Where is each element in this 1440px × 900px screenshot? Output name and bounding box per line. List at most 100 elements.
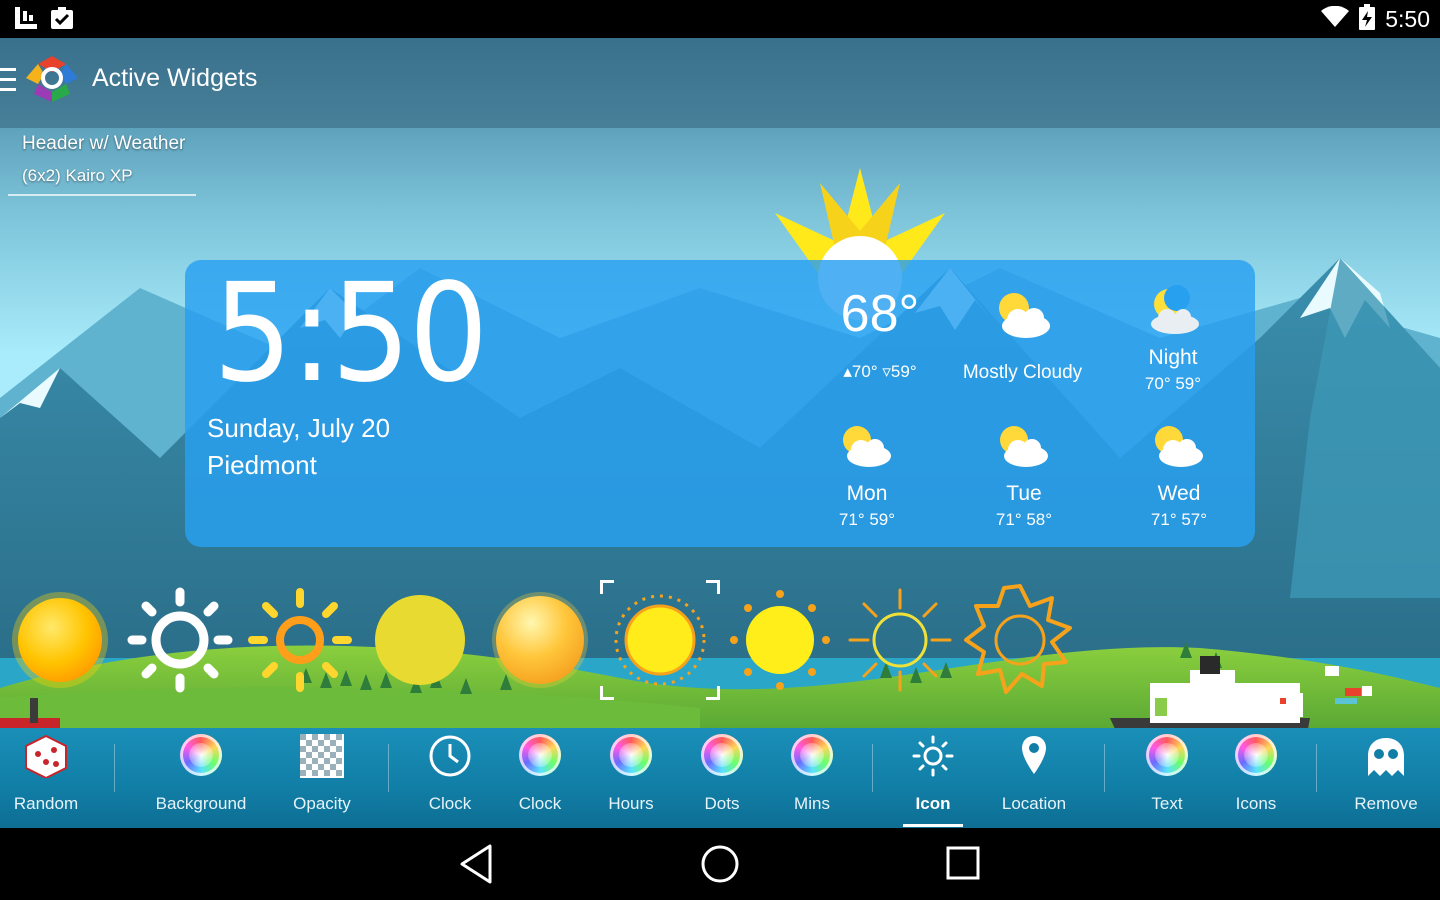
clipboard-check-icon (50, 6, 74, 35)
partly-sunny-icon (835, 420, 895, 475)
toolbar-label: Clock (428, 794, 472, 813)
color-picker-icon (610, 734, 652, 776)
selection-corner (706, 686, 720, 700)
status-bar: 5:50 (0, 0, 1440, 38)
forecast-day-temps: 71° 59° (838, 510, 896, 529)
forecast-day-temps: 71° 57° (1150, 510, 1208, 529)
toolbar-icons-color-button[interactable]: Icons (1216, 728, 1296, 828)
toolbar-opacity-button[interactable]: Opacity (282, 728, 362, 828)
toolbar-hours-color-button[interactable]: Hours (592, 728, 670, 828)
color-picker-icon (1146, 734, 1188, 776)
current-low: 59° (890, 362, 917, 381)
color-picker-icon (1235, 734, 1277, 776)
forecast-day-label: Tue (1006, 482, 1042, 505)
forecast-night-temps: 70° 59° (1144, 374, 1202, 393)
toolbar-label: Remove (1354, 794, 1418, 813)
checkerboard-icon (300, 734, 344, 783)
sun-icon (911, 734, 955, 783)
toolbar-icon-button[interactable]: Icon (896, 728, 970, 828)
active-widgets-logo (24, 54, 80, 104)
toolbar-divider (872, 744, 873, 792)
current-condition: Mostly Cloudy (962, 362, 1083, 383)
current-temp-range: ▴70° ▿59° (805, 362, 955, 382)
status-time: 5:50 (1385, 6, 1430, 32)
home-icon[interactable] (700, 842, 740, 891)
toolbar-background-button[interactable]: Background (146, 728, 256, 828)
outline-yellow-sun-icon[interactable] (840, 580, 960, 700)
color-picker-icon (791, 734, 833, 776)
toolbar-random-button[interactable]: Random (0, 728, 92, 828)
partly-sunny-icon (992, 420, 1052, 475)
toolbar-location-button[interactable]: Location (990, 728, 1078, 828)
flat-yellow-sun-icon[interactable] (360, 580, 480, 700)
toolbar-clock-style-button[interactable]: Clock (412, 728, 488, 828)
toolbar-divider (388, 744, 389, 792)
partly-cloudy-icon (990, 288, 1056, 345)
current-high: 70° (851, 362, 878, 381)
toolbar-label: Icons (1235, 794, 1277, 813)
preset-title: Header w/ Weather (22, 133, 186, 154)
toolbar-divider (114, 744, 115, 792)
widget-preview[interactable]: 5:50 Sunday, July 20 Piedmont 68° ▴70° ▿… (185, 260, 1255, 547)
forecast-day: Wed 71° 57° (1114, 482, 1244, 530)
white-sun-icon[interactable] (120, 580, 240, 700)
widget-date: Sunday, July 20 (207, 413, 391, 443)
preset-subtitle: (6x2) Kairo XP (22, 166, 133, 185)
toolbar-label: Dots (704, 794, 740, 813)
forecast-night: Night 70° 59° (1108, 346, 1238, 394)
yellow-dotted-sun-icon[interactable] (720, 580, 840, 700)
launcher-icon (14, 6, 38, 35)
forecast-night-label: Night (1148, 346, 1198, 369)
toolbar-label: Location (1001, 794, 1067, 813)
orange-ring-sun-icon[interactable] (240, 580, 360, 700)
forecast-day: Mon 71° 59° (802, 482, 932, 530)
forecast-day-label: Mon (846, 482, 888, 505)
ghost-icon (1364, 734, 1408, 783)
color-picker-icon (180, 734, 222, 776)
toolbar-clock-color-button[interactable]: Clock (502, 728, 578, 828)
glossy-orange-sun-icon[interactable] (480, 580, 600, 700)
toolbar-remove-button[interactable]: Remove (1340, 728, 1432, 828)
navigation-bar (0, 828, 1440, 900)
dice-icon (24, 734, 68, 783)
toolbar-text-color-button[interactable]: Text (1128, 728, 1206, 828)
toolbar-label: Clock (518, 794, 562, 813)
toolbar-divider (1316, 744, 1317, 792)
toolbar-label: Hours (608, 794, 654, 813)
widget-clock-time: 5:50 (213, 255, 488, 413)
toolbar-label: Mins (794, 794, 830, 813)
clock-icon (428, 734, 472, 783)
toolbar-label: Icon (915, 794, 951, 813)
current-temperature: 68° (840, 285, 920, 343)
app-title: Active Widgets (92, 64, 258, 92)
preset-selector[interactable]: Header w/ Weather (6x2) Kairo XP (8, 128, 196, 196)
selection-corner (600, 686, 614, 700)
back-icon[interactable] (456, 842, 496, 891)
night-cloudy-icon (1141, 284, 1207, 341)
toolbar-dots-color-button[interactable]: Dots (684, 728, 760, 828)
toolbar-label: Opacity (293, 794, 351, 813)
toolbar-label: Text (1151, 794, 1183, 813)
color-picker-icon (519, 734, 561, 776)
yellow-ringed-sun-icon[interactable] (600, 580, 720, 700)
partly-sunny-icon (1147, 420, 1207, 475)
selection-corner (600, 580, 614, 594)
editor-toolbar: Random Background Opacity Clock Clock Ho… (0, 728, 1440, 828)
wifi-icon (1321, 5, 1350, 33)
drawer-menu-icon[interactable] (0, 68, 16, 97)
toolbar-mins-color-button[interactable]: Mins (774, 728, 850, 828)
forecast-day: Tue 71° 58° (959, 482, 1089, 530)
toolbar-label: Background (155, 794, 247, 813)
active-tab-indicator (903, 824, 963, 827)
low-arrow-icon: ▿ (882, 362, 891, 381)
forecast-day-label: Wed (1157, 482, 1201, 505)
high-arrow-icon: ▴ (843, 362, 852, 381)
recents-icon[interactable] (944, 842, 984, 891)
location-pin-icon (1012, 734, 1056, 783)
battery-charging-icon (1359, 4, 1376, 35)
color-picker-icon (701, 734, 743, 776)
selection-corner (706, 580, 720, 594)
glossy-sun-icon[interactable] (0, 580, 120, 700)
outline-orange-sun-icon[interactable] (960, 580, 1080, 700)
toolbar-label: Random (13, 794, 79, 813)
